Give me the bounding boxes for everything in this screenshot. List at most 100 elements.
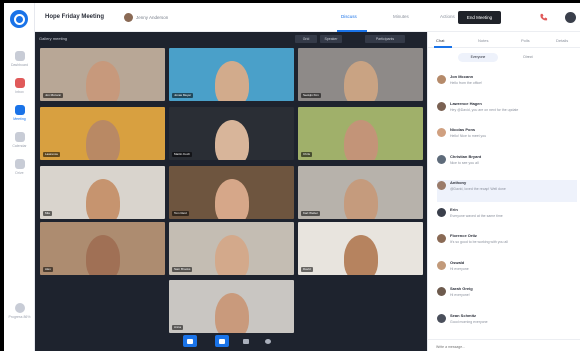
participant-name: Mia — [43, 211, 52, 216]
tab-chat[interactable]: Chat — [436, 38, 444, 43]
avatar — [437, 313, 446, 323]
host-avatar — [124, 13, 133, 22]
participant-name: Alex — [43, 267, 53, 272]
message-text: Good morning everyone — [450, 319, 488, 324]
message-author: Sarah Greig — [450, 286, 473, 291]
rail-item-dashboard[interactable]: Dashboard — [4, 51, 35, 67]
avatar — [437, 287, 446, 296]
participant-name: Karl Weber — [301, 211, 320, 216]
compose-bar — [428, 339, 580, 351]
chat-message: Sean Schmitz Good morning everyone — [437, 313, 577, 335]
participant-tile[interactable]: Chris — [298, 107, 423, 160]
avatar — [437, 207, 446, 217]
tab-polls[interactable]: Polls — [521, 38, 530, 43]
mic-icon — [219, 338, 225, 344]
message-text: Hi everyone! — [450, 293, 470, 297]
participant-video — [85, 179, 120, 219]
message-author: Sean Schmitz — [450, 312, 477, 318]
tab-actions[interactable]: Actions — [440, 14, 455, 19]
message-author: Erin — [450, 206, 458, 212]
rail-label: Progress 86% — [8, 315, 31, 319]
segment-everyone[interactable]: Everyone — [458, 53, 498, 62]
rail-item-inbox[interactable]: Inbox — [4, 78, 35, 94]
participants-button[interactable]: Participants — [365, 35, 405, 43]
message-author: Oswald — [450, 259, 465, 265]
progress-icon — [14, 303, 25, 313]
settings-button[interactable] — [261, 335, 275, 347]
rail-item-meeting[interactable]: Meeting — [4, 105, 35, 121]
participant-video — [214, 293, 249, 333]
message-text: Nice to see you all — [450, 160, 479, 165]
participant-video — [343, 61, 378, 101]
avatar — [437, 154, 446, 164]
meeting-title: Hope Friday Meeting — [45, 14, 105, 20]
participant-tile[interactable]: Jonas Meyer — [169, 48, 294, 101]
message-text: @David, loved the recap! Well done — [450, 187, 506, 191]
participant-tile[interactable]: Jon Mccann — [40, 48, 165, 101]
participant-video — [214, 179, 249, 219]
participant-tile[interactable]: David — [298, 222, 423, 275]
participant-video — [85, 235, 120, 275]
participant-tile[interactable]: Karl Weber — [298, 166, 423, 219]
message-text: Hello! Nice to meet you — [450, 134, 487, 138]
host-name: Jenny Anderson — [136, 15, 169, 20]
participant-video — [343, 120, 378, 160]
message-author: Anthony — [450, 180, 467, 185]
participant-tile[interactable]: Sam Brooks — [169, 222, 294, 275]
tab-notes[interactable]: Notes — [478, 38, 488, 43]
video-stage: Gallery meeting Grid Speaker Participant… — [35, 32, 427, 351]
chat-message: Lawrence Hagen Hey @David, you are on nex… — [437, 101, 577, 123]
participant-tile[interactable]: Martin Koch — [169, 107, 294, 160]
avatar — [437, 260, 446, 270]
message-text: Everyone waved at the same time — [450, 213, 503, 218]
dashboard-icon — [14, 51, 25, 61]
tab-discuss[interactable]: Discuss — [341, 14, 357, 19]
participant-tile[interactable]: Seokjin Kim — [298, 48, 423, 101]
participant-video — [214, 235, 249, 275]
participant-video — [85, 61, 120, 101]
participant-name: Martin Koch — [172, 152, 193, 157]
screen-share-button[interactable] — [239, 335, 253, 347]
rail-label: Calendar — [12, 144, 27, 148]
rail-item-calendar[interactable]: Calendar — [4, 132, 35, 148]
end-meeting-button[interactable]: End Meeting — [458, 11, 501, 24]
message-author: Jon Mccann — [450, 74, 474, 79]
camera-icon — [187, 338, 193, 344]
rail-label: Meeting — [13, 117, 26, 121]
active-tab-indicator — [434, 46, 452, 48]
chat-message: Oswald Hi everyone — [437, 260, 577, 282]
mic-button[interactable] — [215, 335, 229, 347]
grid-view-button[interactable]: Grid — [295, 35, 317, 43]
camera-button[interactable] — [183, 335, 197, 347]
rail-item-drive[interactable]: Drive — [4, 159, 35, 175]
message-input[interactable] — [436, 343, 556, 350]
participant-tile[interactable]: Tom Reid — [169, 166, 294, 219]
tab-details[interactable]: Details — [556, 38, 568, 43]
chat-message: Anthony @David, loved the recap! Well don… — [437, 180, 577, 202]
app-logo-icon[interactable] — [10, 10, 28, 28]
segment-direct[interactable]: Direct — [508, 53, 548, 62]
participant-name: Seokjin Kim — [301, 93, 321, 98]
drive-icon — [14, 159, 25, 169]
participant-tile[interactable]: Lawrence — [40, 107, 165, 160]
participant-tile[interactable]: Mia — [40, 166, 165, 219]
left-nav-rail: Dashboard Inbox Meeting Calendar Drive P… — [4, 3, 35, 351]
participant-video — [214, 61, 249, 101]
gear-icon — [265, 338, 271, 344]
participant-tile[interactable]: Alex — [40, 222, 165, 275]
message-author: Christian Bryant — [450, 153, 482, 159]
avatar — [437, 234, 446, 243]
user-avatar[interactable] — [565, 12, 576, 23]
avatar — [437, 181, 446, 190]
avatar — [437, 101, 446, 111]
tab-minutes[interactable]: Minutes — [393, 14, 409, 19]
participant-name: Chris — [301, 152, 313, 157]
participant-tile[interactable]: Anna — [169, 280, 294, 333]
phone-icon[interactable] — [539, 13, 548, 22]
speaker-view-button[interactable]: Speaker — [320, 35, 342, 43]
message-author: Lawrence Hagen — [450, 100, 482, 106]
message-author: Nicolas Pons — [450, 127, 476, 132]
rail-item-progress[interactable]: Progress 86% — [4, 303, 35, 319]
participant-name: Jon Mccann — [43, 93, 64, 98]
chat-message: Erin Everyone waved at the same time — [437, 207, 577, 229]
